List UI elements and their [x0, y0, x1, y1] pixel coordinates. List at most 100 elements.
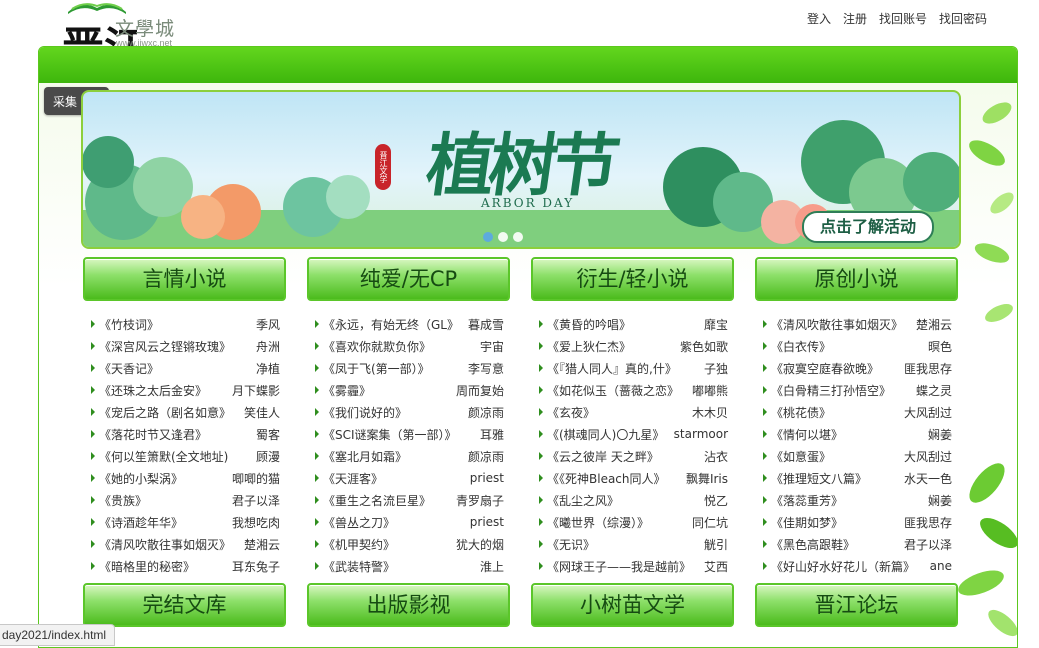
book-author[interactable]: 嘟嘟熊 — [692, 382, 728, 399]
list-item[interactable]: 《诗酒趁年华》 我想吃肉 — [83, 511, 286, 533]
book-author[interactable]: 娴姜 — [928, 426, 952, 443]
book-title[interactable]: 《桃花债》 — [771, 404, 900, 421]
list-item[interactable]: 《深宫风云之铿锵玫瑰》 舟洲 — [83, 335, 286, 357]
book-author[interactable]: 笑佳人 — [244, 404, 280, 421]
recover-account-link[interactable]: 找回账号 — [879, 10, 927, 27]
book-author[interactable]: 蝶之灵 — [916, 382, 952, 399]
book-author[interactable]: 子独 — [704, 360, 728, 377]
list-item[interactable]: 《白衣传》 暝色 — [755, 335, 958, 357]
book-author[interactable]: 水天一色 — [904, 470, 952, 487]
book-title[interactable]: 《如花似玉（蔷薇之恋》 — [547, 382, 688, 399]
book-title[interactable]: 《落蕊重芳》 — [771, 492, 924, 509]
book-author[interactable]: 净植 — [256, 360, 280, 377]
book-author[interactable]: 暝色 — [928, 338, 952, 355]
list-item[interactable]: 《佳期如梦》 匪我思存 — [755, 511, 958, 533]
book-author[interactable]: starmoor — [674, 427, 728, 441]
book-title[interactable]: 《我们说好的》 — [323, 404, 464, 421]
book-author[interactable]: 君子以泽 — [904, 536, 952, 553]
book-author[interactable]: ane — [930, 559, 952, 573]
list-item[interactable]: 《塞北月如霜》 颜凉雨 — [307, 445, 510, 467]
book-title[interactable]: 《塞北月如霜》 — [323, 448, 464, 465]
list-item[interactable]: 《贵族》 君子以泽 — [83, 489, 286, 511]
book-title[interactable]: 《何以笙箫默(全文地址) — [99, 448, 252, 465]
book-author[interactable]: 犹大的烟 — [456, 536, 504, 553]
book-title[interactable]: 《她的小梨涡》 — [99, 470, 228, 487]
book-author[interactable]: 匪我思存 — [904, 360, 952, 377]
category-header[interactable]: 言情小说 — [83, 257, 286, 301]
book-author[interactable]: 耳雅 — [480, 426, 504, 443]
book-author[interactable]: 艾西 — [704, 558, 728, 575]
book-title[interactable]: 《深宫风云之铿锵玫瑰》 — [99, 338, 252, 355]
book-title[interactable]: 《曦世界（综漫）》 — [547, 514, 688, 531]
book-title[interactable]: 《宠后之路（剧名如意》 — [99, 404, 240, 421]
book-title[interactable]: 《推理短文八篇》 — [771, 470, 900, 487]
book-title[interactable]: 《还珠之太后金安》 — [99, 382, 228, 399]
list-item[interactable]: 《(棋魂同人)〇九星》 starmoor — [531, 423, 734, 445]
book-author[interactable]: 蜀客 — [256, 426, 280, 443]
list-item[interactable]: 《机甲契约》 犹大的烟 — [307, 533, 510, 555]
list-item[interactable]: 《喜欢你就欺负你》 宇宙 — [307, 335, 510, 357]
login-link[interactable]: 登入 — [807, 10, 831, 27]
list-item[interactable]: 《何以笙箫默(全文地址) 顾漫 — [83, 445, 286, 467]
book-author[interactable]: 君子以泽 — [232, 492, 280, 509]
list-item[interactable]: 《兽丛之刀》 priest — [307, 511, 510, 533]
book-author[interactable]: 顾漫 — [256, 448, 280, 465]
book-title[interactable]: 《乱尘之风》 — [547, 492, 700, 509]
carousel-dot[interactable] — [513, 232, 523, 242]
event-banner[interactable]: 晋江文学 植树节 ARBOR DAY 点击了解活动 — [81, 90, 961, 249]
list-item[interactable]: 《天香记》 净植 — [83, 357, 286, 379]
list-item[interactable]: 《清风吹散往事如烟灭》 楚湘云 — [755, 313, 958, 335]
book-author[interactable]: priest — [470, 471, 504, 485]
list-item[interactable]: 《雾霾》 周而复始 — [307, 379, 510, 401]
list-item[interactable]: 《推理短文八篇》 水天一色 — [755, 467, 958, 489]
book-author[interactable]: 耳东兔子 — [232, 558, 280, 575]
book-author[interactable]: 同仁坑 — [692, 514, 728, 531]
list-item[interactable]: 《玄夜》 木木贝 — [531, 401, 734, 423]
book-title[interactable]: 《《死神Bleach同人》 — [547, 470, 682, 487]
book-author[interactable]: 宇宙 — [480, 338, 504, 355]
book-title[interactable]: 《机甲契约》 — [323, 536, 452, 553]
book-author[interactable]: 季风 — [256, 316, 280, 333]
list-item[interactable]: 《寂寞空庭春欲晚》 匪我思存 — [755, 357, 958, 379]
list-item[interactable]: 《武装特警》 淮上 — [307, 555, 510, 577]
book-author[interactable]: 淮上 — [480, 558, 504, 575]
book-title[interactable]: 《武装特警》 — [323, 558, 476, 575]
book-title[interactable]: 《天香记》 — [99, 360, 252, 377]
book-author[interactable]: priest — [470, 515, 504, 529]
book-author[interactable]: 大风刮过 — [904, 448, 952, 465]
category-header[interactable]: 原创小说 — [755, 257, 958, 301]
book-author[interactable]: 飘舞Iris — [686, 470, 728, 487]
list-item[interactable]: 《重生之名流巨星》 青罗扇子 — [307, 489, 510, 511]
book-author[interactable]: 周而复始 — [456, 382, 504, 399]
list-item[interactable]: 《白骨精三打孙悟空》 蝶之灵 — [755, 379, 958, 401]
book-title[interactable]: 《暗格里的秘密》 — [99, 558, 228, 575]
list-item[interactable]: 《黑色高跟鞋》 君子以泽 — [755, 533, 958, 555]
list-item[interactable]: 《宠后之路（剧名如意》 笑佳人 — [83, 401, 286, 423]
book-title[interactable]: 《如意蛋》 — [771, 448, 900, 465]
book-author[interactable]: 大风刮过 — [904, 404, 952, 421]
book-title[interactable]: 《落花时节又逢君》 — [99, 426, 252, 443]
learn-activity-button[interactable]: 点击了解活动 — [802, 211, 934, 243]
list-item[interactable]: 《凤于飞(第一部）》 李写意 — [307, 357, 510, 379]
book-title[interactable]: 《凤于飞(第一部）》 — [323, 360, 464, 377]
book-author[interactable]: 沾衣 — [704, 448, 728, 465]
book-title[interactable]: 《雾霾》 — [323, 382, 452, 399]
list-item[interactable]: 《情何以堪》 娴姜 — [755, 423, 958, 445]
register-link[interactable]: 注册 — [843, 10, 867, 27]
book-title[interactable]: 《寂寞空庭春欲晚》 — [771, 360, 900, 377]
carousel-dot[interactable] — [498, 232, 508, 242]
book-title[interactable]: 《永远，有始无终（GL》 — [323, 316, 464, 333]
book-title[interactable]: 《无识》 — [547, 536, 700, 553]
book-title[interactable]: 《清风吹散往事如烟灭》 — [771, 316, 912, 333]
list-item[interactable]: 《永远，有始无终（GL》 暮成雪 — [307, 313, 510, 335]
list-item[interactable]: 《暗格里的秘密》 耳东兔子 — [83, 555, 286, 577]
book-author[interactable]: 匪我思存 — [904, 514, 952, 531]
book-title[interactable]: 《喜欢你就欺负你》 — [323, 338, 476, 355]
list-item[interactable]: 《如意蛋》 大风刮过 — [755, 445, 958, 467]
list-item[interactable]: 《她的小梨涡》 唧唧的猫 — [83, 467, 286, 489]
book-title[interactable]: 《兽丛之刀》 — [323, 514, 466, 531]
list-item[interactable]: 《落花时节又逢君》 蜀客 — [83, 423, 286, 445]
list-item[interactable]: 《还珠之太后金安》 月下蝶影 — [83, 379, 286, 401]
category-header[interactable]: 纯爱/无CP — [307, 257, 510, 301]
list-item[interactable]: 《好山好水好花儿（新篇》 ane — [755, 555, 958, 577]
